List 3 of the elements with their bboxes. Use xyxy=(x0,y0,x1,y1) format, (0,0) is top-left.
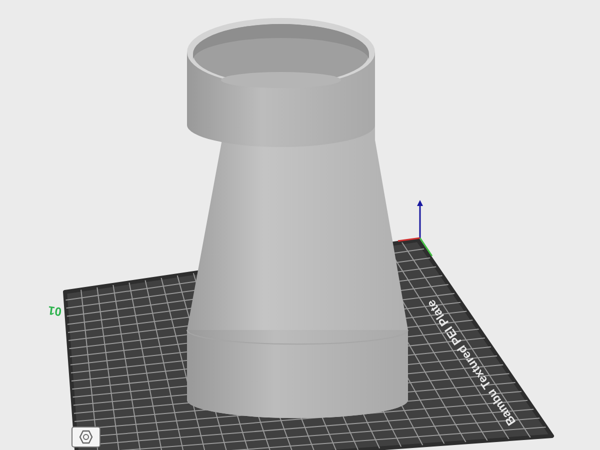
axes-gizmo-icon xyxy=(398,200,433,256)
plate-number: 01 xyxy=(47,303,62,319)
orient-icon[interactable] xyxy=(72,426,100,448)
